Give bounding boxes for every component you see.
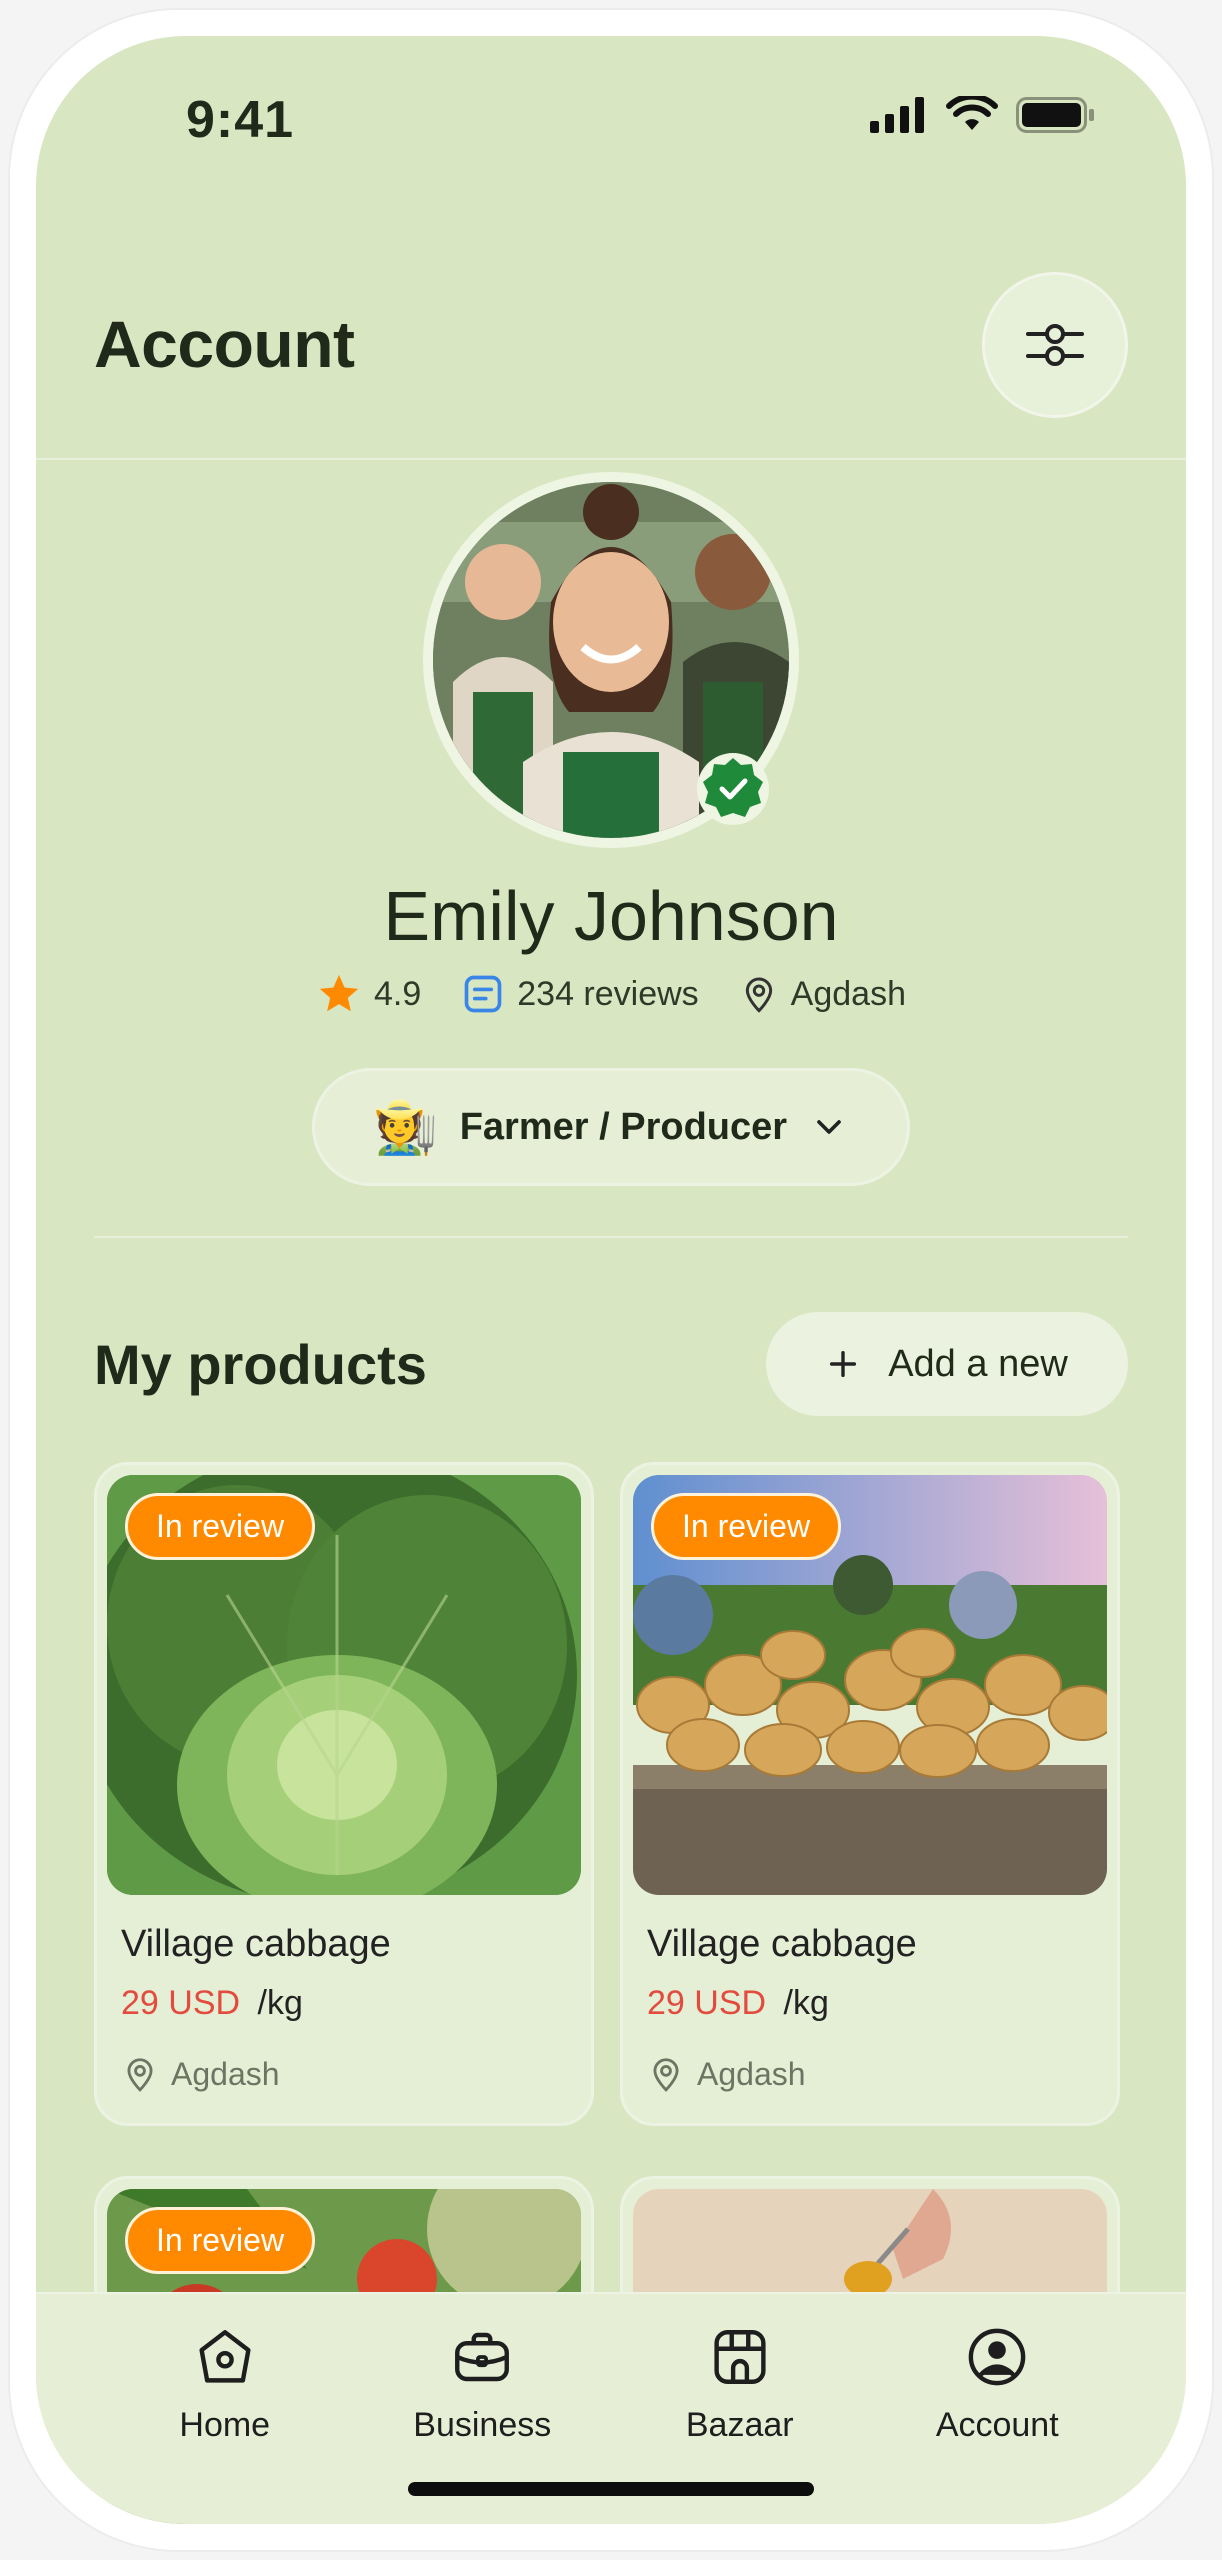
nav-label: Account xyxy=(935,2406,1059,2444)
rating-value: 4.9 xyxy=(373,974,422,1013)
screen: 9:41 Account Emily Johnson 4.9 234 revie… xyxy=(36,36,1186,2524)
price-value: 29 USD xyxy=(647,1984,767,2022)
battery-icon xyxy=(1016,97,1094,133)
product-title: Village cabbage xyxy=(647,1923,917,1965)
location-pin-icon xyxy=(653,2058,679,2092)
price-unit: /kg xyxy=(783,1984,829,2022)
location-text: Agdash xyxy=(171,2055,280,2092)
nav-label: Bazaar xyxy=(685,2406,794,2444)
settings-button[interactable] xyxy=(982,272,1128,418)
star-icon xyxy=(319,974,359,1012)
header: Account xyxy=(36,236,1186,460)
reviews-count: 234 reviews xyxy=(517,974,699,1013)
price-unit: /kg xyxy=(257,1984,303,2022)
reviews-icon xyxy=(464,975,502,1013)
product-image: In review xyxy=(633,1475,1107,1895)
home-icon xyxy=(199,2330,251,2383)
add-product-button[interactable]: Add a new xyxy=(766,1312,1128,1416)
nav-label: Business xyxy=(413,2406,552,2444)
wifi-icon xyxy=(946,96,998,130)
product-title: Village cabbage xyxy=(121,1923,391,1965)
nav-item-home[interactable]: Home xyxy=(125,2324,325,2445)
nav-label: Home xyxy=(179,2406,271,2444)
section-title: My products xyxy=(94,1333,427,1396)
product-card[interactable]: In review Village cabbage 29 USD /kg Agd… xyxy=(94,1462,594,2126)
nav-item-business[interactable]: Business xyxy=(382,2324,582,2445)
divider xyxy=(94,1236,1128,1238)
bottom-nav: Home Business Bazaar Account xyxy=(36,2292,1186,2524)
status-badge: In review xyxy=(651,1493,842,1560)
profile-name: Emily Johnson xyxy=(383,877,839,955)
location-pin-icon xyxy=(745,977,772,1013)
location-text: Agdash xyxy=(697,2055,806,2092)
sliders-icon xyxy=(1026,324,1084,366)
nav-items: Home Business Bazaar Account xyxy=(36,2324,1186,2445)
store-icon xyxy=(714,2330,766,2384)
card-body: Village cabbage 29 USD /kg Agdash xyxy=(633,1895,1107,2113)
page-title: Account xyxy=(94,307,355,381)
product-price: 29 USD /kg xyxy=(121,1984,567,2023)
user-circle-icon xyxy=(968,2328,1026,2386)
status-badge: In review xyxy=(125,1493,316,1560)
product-card[interactable]: In review Village cabbage 29 USD /kg Agd… xyxy=(620,1462,1120,2126)
verified-icon xyxy=(697,753,769,825)
product-price: 29 USD /kg xyxy=(647,1984,1093,2023)
status-bar: 9:41 xyxy=(36,36,1186,196)
add-product-label: Add a new xyxy=(888,1342,1068,1385)
card-body: Village cabbage 29 USD /kg Agdash xyxy=(107,1895,581,2113)
rating: 4.9 xyxy=(316,971,421,1017)
status-badge: In review xyxy=(125,2207,316,2274)
nav-item-account[interactable]: Account xyxy=(897,2324,1097,2445)
product-location: Agdash xyxy=(121,2055,567,2093)
signal-icon xyxy=(870,97,924,133)
location-label: Agdash xyxy=(790,974,906,1013)
price-value: 29 USD xyxy=(121,1984,241,2022)
location-pin-icon xyxy=(127,2058,153,2092)
location: Agdash xyxy=(739,974,906,1014)
status-icons xyxy=(870,96,1096,134)
briefcase-icon xyxy=(455,2332,510,2382)
plus-icon xyxy=(830,1350,857,1378)
status-time: 9:41 xyxy=(186,91,295,149)
role-dropdown[interactable]: 🧑‍🌾 Farmer / Producer xyxy=(312,1068,910,1186)
profile-meta: 4.9 234 reviews Agdash xyxy=(36,971,1186,1017)
reviews[interactable]: 234 reviews xyxy=(461,972,699,1016)
product-image: In review xyxy=(107,1475,581,1895)
chevron-down-icon xyxy=(817,1120,841,1134)
farmer-icon: 🧑‍🌾 xyxy=(372,1098,438,1157)
home-indicator xyxy=(408,2482,814,2496)
product-location: Agdash xyxy=(647,2055,1093,2093)
nav-item-bazaar[interactable]: Bazaar xyxy=(640,2324,840,2445)
role-label: Farmer / Producer xyxy=(459,1105,788,1148)
